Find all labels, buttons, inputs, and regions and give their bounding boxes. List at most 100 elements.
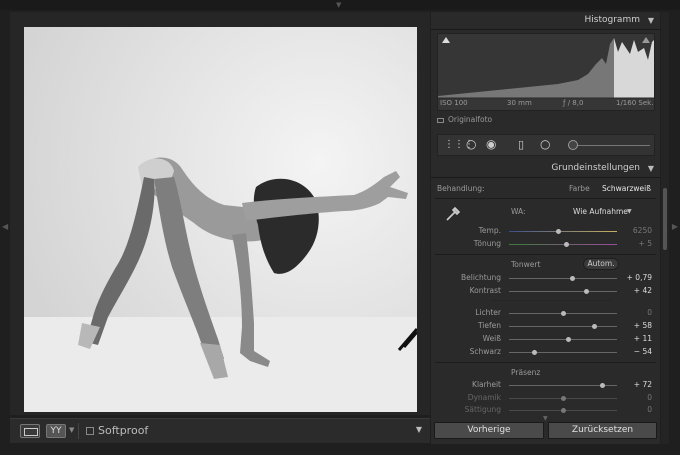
whites-label: Weiß <box>482 334 501 343</box>
temp-label: Temp. <box>478 226 501 235</box>
clarity-label: Klarheit <box>472 380 501 389</box>
softproof-label[interactable]: Softproof <box>98 424 148 437</box>
contrast-value[interactable]: + 42 <box>622 286 652 295</box>
highlights-slider-knob[interactable] <box>561 311 566 316</box>
loupe-view-button[interactable] <box>20 424 40 438</box>
photo-canvas[interactable] <box>10 12 430 415</box>
eyedropper-icon[interactable] <box>443 204 463 224</box>
adjustment-brush-icon[interactable] <box>568 140 578 150</box>
shadow-clipping-icon[interactable] <box>442 37 450 43</box>
exposure-slider-knob[interactable] <box>569 276 575 281</box>
redeye-icon[interactable]: ◉ <box>486 137 496 151</box>
shadows-slider[interactable] <box>509 324 617 329</box>
saturation-slider[interactable] <box>509 408 617 413</box>
highlight-clipping-icon[interactable] <box>642 37 650 43</box>
shadows-slider-knob[interactable] <box>592 324 598 329</box>
saturation-slider-knob[interactable] <box>561 408 566 413</box>
tint-slider-knob[interactable] <box>564 242 570 247</box>
original-photo-label: Originalfoto <box>448 115 493 124</box>
wb-chevron-down-icon[interactable]: ▼ <box>627 208 632 215</box>
histogram-title: Histogramm <box>584 15 640 25</box>
original-photo-toggle[interactable]: Originalfoto <box>437 115 492 124</box>
divider <box>435 198 656 199</box>
tint-slider[interactable] <box>509 242 617 247</box>
exif-aperture: ƒ / 8,0 <box>563 99 584 107</box>
spot-removal-icon[interactable]: ○ <box>466 137 476 151</box>
wb-dropdown[interactable]: Wie Aufnahme <box>573 207 628 216</box>
radial-filter-icon[interactable]: ○ <box>540 137 550 151</box>
treatment-bw-option[interactable]: Schwarzweiß <box>602 184 651 193</box>
toolbar-divider <box>78 423 79 439</box>
exposure-value[interactable]: + 0,79 <box>622 273 652 282</box>
saturation-value[interactable]: 0 <box>622 405 652 414</box>
scrollbar-thumb[interactable] <box>663 188 667 250</box>
bottom-toolbar: YY ▼ Softproof ▼ <box>10 418 430 443</box>
whites-slider-knob[interactable] <box>566 337 572 342</box>
temp-value[interactable]: 6250 <box>622 226 652 235</box>
tint-value[interactable]: + 5 <box>622 239 652 248</box>
before-after-chevron-down-icon[interactable]: ▼ <box>69 426 74 434</box>
right-panel-arrow-icon[interactable]: ▶ <box>672 222 678 231</box>
left-panel-arrow-icon[interactable]: ◀ <box>2 222 8 231</box>
reset-button[interactable]: Zurücksetzen <box>548 422 657 439</box>
softproof-checkbox[interactable] <box>86 427 94 435</box>
before-after-button[interactable]: YY <box>46 424 66 438</box>
highlights-label: Lichter <box>475 308 501 317</box>
basic-header[interactable]: Grundeinstellungen ▼ <box>431 160 660 178</box>
exif-focal-length: 30 mm <box>507 99 532 107</box>
dancer-photo-image <box>24 27 417 412</box>
wb-label: WA: <box>511 207 526 216</box>
vibrance-value[interactable]: 0 <box>622 393 652 402</box>
temp-slider[interactable] <box>509 229 617 234</box>
clarity-slider[interactable] <box>509 383 617 388</box>
shadows-value[interactable]: + 58 <box>622 321 652 330</box>
panel-bottom-buttons: Vorherige Zurücksetzen <box>431 420 660 442</box>
toolbar-menu-chevron-down-icon[interactable]: ▼ <box>416 425 422 434</box>
divider <box>435 362 656 363</box>
top-panel-toggle-strip[interactable]: ▼ <box>0 0 680 10</box>
blacks-label: Schwarz <box>469 347 501 356</box>
exposure-label: Belichtung <box>460 273 501 282</box>
graduated-filter-icon[interactable]: ▯ <box>518 138 524 151</box>
histogram-header[interactable]: Histogramm ▼ <box>431 12 660 30</box>
contrast-slider[interactable] <box>509 289 617 294</box>
previous-button[interactable]: Vorherige <box>434 422 544 439</box>
auto-tone-button[interactable]: Autom. <box>583 258 619 270</box>
panel-scrollbar[interactable] <box>661 12 669 444</box>
basic-collapse-icon[interactable]: ▼ <box>648 164 654 173</box>
tint-label: Tönung <box>473 239 501 248</box>
exposure-slider[interactable] <box>509 276 617 281</box>
lightroom-develop-window: ▼ ◀ ▶ YY ▼ Softproof ▼ Histogramm ▼ ISO … <box>0 0 680 455</box>
highlights-slider[interactable] <box>509 311 617 316</box>
vibrance-label: Dynamik <box>467 393 501 402</box>
tool-strip: ⋮⋮⋮ ○ ◉ ▯ ○ <box>437 134 655 156</box>
contrast-slider-knob[interactable] <box>583 289 589 294</box>
saturation-label: Sättigung <box>464 405 501 414</box>
contrast-label: Kontrast <box>469 286 501 295</box>
right-panel: Histogramm ▼ ISO 100 30 mm ƒ / 8,0 1/160… <box>431 12 660 444</box>
whites-slider[interactable] <box>509 337 617 342</box>
top-panel-arrow-icon[interactable]: ▼ <box>336 1 341 9</box>
photo-preview[interactable] <box>24 27 417 412</box>
exif-shutter: 1/160 Sek. <box>616 99 654 107</box>
divider <box>435 254 656 255</box>
temp-slider-knob[interactable] <box>555 229 561 234</box>
tone-title: Tonwert <box>511 260 541 269</box>
whites-value[interactable]: + 11 <box>622 334 652 343</box>
divider <box>491 300 611 301</box>
basic-title: Grundeinstellungen <box>551 163 640 173</box>
histogram-collapse-icon[interactable]: ▼ <box>648 16 654 25</box>
blacks-slider-knob[interactable] <box>531 350 537 355</box>
vibrance-slider-knob[interactable] <box>561 396 566 401</box>
presence-title: Präsenz <box>511 368 541 377</box>
vibrance-slider[interactable] <box>509 396 617 401</box>
brush-size-track[interactable] <box>574 145 650 146</box>
treatment-color-option[interactable]: Farbe <box>569 184 590 193</box>
blacks-slider[interactable] <box>509 350 617 355</box>
exif-iso: ISO 100 <box>440 99 468 107</box>
clarity-slider-knob[interactable] <box>599 383 605 388</box>
blacks-value[interactable]: − 54 <box>622 347 652 356</box>
clarity-value[interactable]: + 72 <box>622 380 652 389</box>
original-photo-icon <box>437 117 444 123</box>
highlights-value[interactable]: 0 <box>622 308 652 317</box>
